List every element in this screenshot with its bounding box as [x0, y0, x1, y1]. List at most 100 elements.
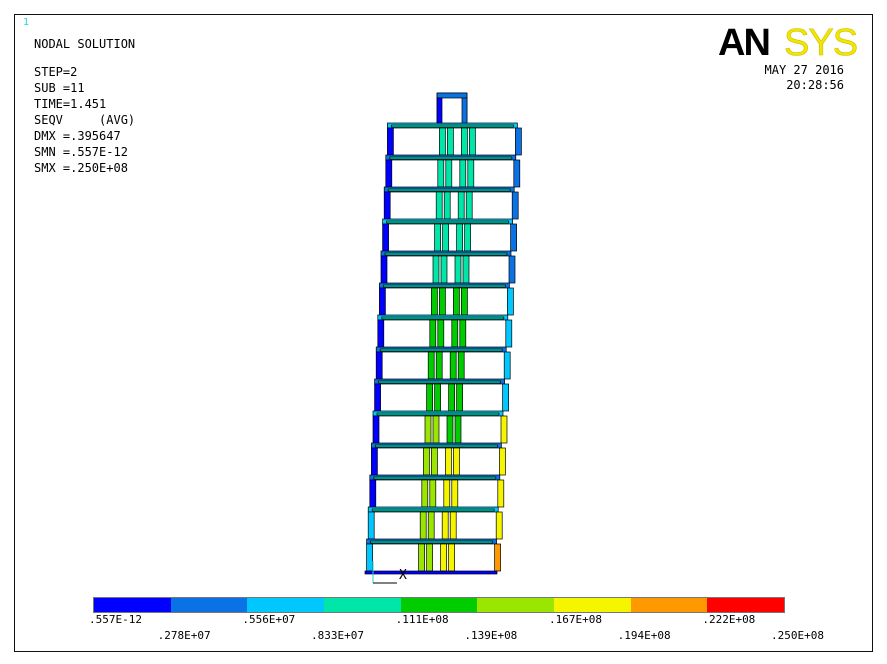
column: [439, 127, 446, 156]
beam-inner: [370, 540, 493, 544]
column: [379, 287, 386, 316]
column: [385, 159, 393, 188]
legend-swatch: [477, 598, 555, 612]
column: [426, 383, 433, 412]
beam-inner: [371, 508, 495, 512]
column: [431, 447, 438, 476]
column: [513, 159, 521, 188]
column: [443, 479, 451, 508]
column: [431, 287, 438, 316]
column: [515, 127, 522, 156]
legend-label: .278E+07: [157, 629, 211, 642]
column: [367, 511, 375, 540]
column: [454, 415, 462, 444]
column: [448, 383, 455, 412]
beam-inner: [384, 252, 508, 256]
fe-model-view[interactable]: [15, 15, 870, 649]
legend-swatch: [94, 598, 171, 612]
column: [435, 191, 443, 220]
column: [454, 255, 462, 284]
column: [499, 447, 506, 476]
column: [432, 415, 440, 444]
column: [387, 127, 394, 156]
column: [427, 351, 435, 380]
legend-label: .111E+08: [395, 613, 449, 626]
legend-swatch: [630, 598, 708, 612]
column: [377, 319, 385, 348]
column: [459, 319, 467, 348]
column: [434, 223, 441, 252]
column: [451, 319, 459, 348]
beam-inner: [379, 348, 503, 352]
beam-inner: [381, 316, 505, 320]
column: [437, 319, 445, 348]
legend-label: .557E-12: [89, 613, 142, 626]
column: [429, 319, 437, 348]
column: [457, 351, 465, 380]
column: [440, 255, 448, 284]
column: [374, 383, 381, 412]
column: [440, 543, 447, 572]
legend-swatch: [247, 598, 325, 612]
column: [383, 191, 391, 220]
column: [461, 287, 468, 316]
column: [459, 159, 467, 188]
coordinate-triad: X: [372, 561, 407, 584]
legend-label: .222E+08: [702, 613, 756, 626]
building-frame-model: [364, 92, 522, 575]
column: [382, 223, 389, 252]
column: [418, 543, 425, 572]
beam-inner: [389, 156, 513, 160]
column: [446, 415, 454, 444]
contour-legend-bar: [93, 597, 785, 613]
legend-swatch: [400, 598, 478, 612]
column: [494, 543, 501, 572]
beam-inner: [376, 412, 500, 416]
triad-x-label: X: [399, 568, 407, 583]
beam-inner: [383, 284, 506, 288]
column: [380, 255, 388, 284]
column: [437, 159, 445, 188]
graphics-window[interactable]: 1 NODAL SOLUTION STEP=2 SUB =11 TIME=1.4…: [14, 14, 873, 652]
column: [456, 383, 463, 412]
column: [457, 191, 465, 220]
column: [449, 351, 457, 380]
column: [465, 191, 473, 220]
column: [439, 287, 446, 316]
column: [369, 479, 377, 508]
beam-inner: [391, 124, 514, 128]
beam-inner: [387, 188, 511, 192]
column: [371, 447, 378, 476]
column: [441, 511, 449, 540]
column: [419, 511, 427, 540]
column: [511, 191, 519, 220]
column: [434, 383, 441, 412]
legend-swatch: [554, 598, 631, 612]
legend-label: .556E+07: [242, 613, 296, 626]
column: [435, 351, 443, 380]
legend-label: .833E+07: [311, 629, 364, 642]
column: [456, 223, 463, 252]
column: [448, 543, 455, 572]
column: [495, 511, 503, 540]
beam-inner: [375, 444, 498, 448]
legend-swatch: [707, 598, 785, 612]
legend-label: .167E+08: [549, 613, 602, 626]
beam-inner: [386, 220, 509, 224]
column: [423, 447, 430, 476]
column: [503, 351, 511, 380]
column: [447, 127, 454, 156]
column: [375, 351, 383, 380]
column: [505, 319, 513, 348]
legend-label: .194E+08: [617, 629, 671, 642]
column: [451, 479, 459, 508]
column: [421, 479, 429, 508]
column: [497, 479, 505, 508]
column: [445, 159, 453, 188]
column: [500, 415, 508, 444]
column: [467, 159, 475, 188]
column: [443, 191, 451, 220]
column: [427, 511, 435, 540]
column: [508, 255, 516, 284]
column: [464, 223, 471, 252]
